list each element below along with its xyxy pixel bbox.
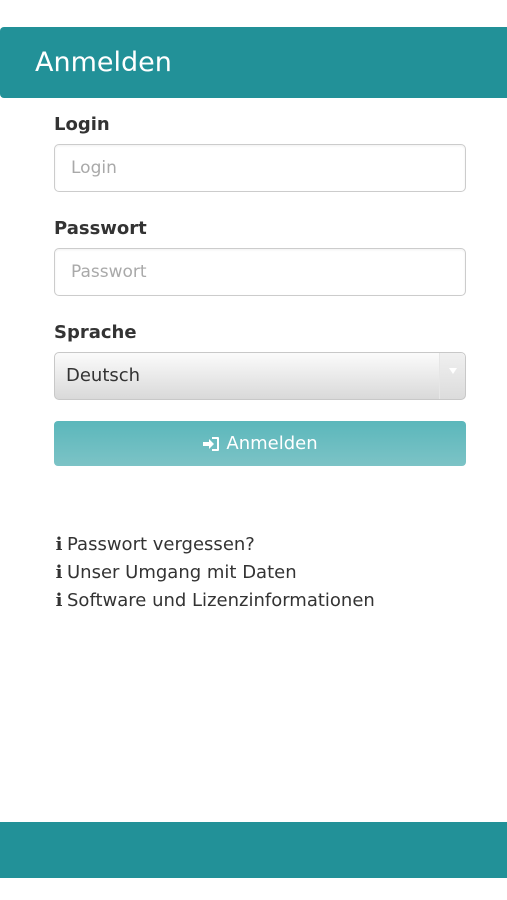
login-group: Login (54, 112, 466, 192)
info-icon: i (55, 533, 63, 555)
footer-bar (0, 822, 507, 878)
chevron-down-icon[interactable] (439, 353, 465, 399)
language-select[interactable]: Deutsch (54, 352, 466, 400)
login-input[interactable] (54, 144, 466, 192)
info-icon: i (55, 589, 63, 611)
language-label: Sprache (54, 322, 137, 343)
login-label: Login (54, 114, 110, 135)
info-links: i Passwort vergessen? i Unser Umgang mit… (54, 530, 375, 614)
link-software-licenses-text[interactable]: Software und Lizenzinformationen (67, 590, 375, 611)
language-select-value: Deutsch (66, 365, 141, 386)
header-bar: Anmelden (0, 27, 507, 98)
sign-in-icon (203, 436, 220, 451)
password-group: Passwort (54, 216, 466, 296)
login-button-label: Anmelden (226, 433, 318, 454)
login-button[interactable]: Anmelden (54, 421, 466, 466)
password-input[interactable] (54, 248, 466, 296)
link-data-privacy[interactable]: i Unser Umgang mit Daten (54, 558, 375, 586)
page-title: Anmelden (35, 47, 172, 78)
link-software-licenses[interactable]: i Software und Lizenzinformationen (54, 586, 375, 614)
language-group: Sprache Deutsch (54, 320, 466, 400)
link-forgot-password[interactable]: i Passwort vergessen? (54, 530, 375, 558)
login-page: Anmelden Login Passwort Sprache Deutsch … (0, 0, 507, 900)
info-icon: i (55, 561, 63, 583)
password-label: Passwort (54, 218, 147, 239)
link-forgot-password-text[interactable]: Passwort vergessen? (67, 534, 255, 555)
link-data-privacy-text[interactable]: Unser Umgang mit Daten (67, 562, 297, 583)
